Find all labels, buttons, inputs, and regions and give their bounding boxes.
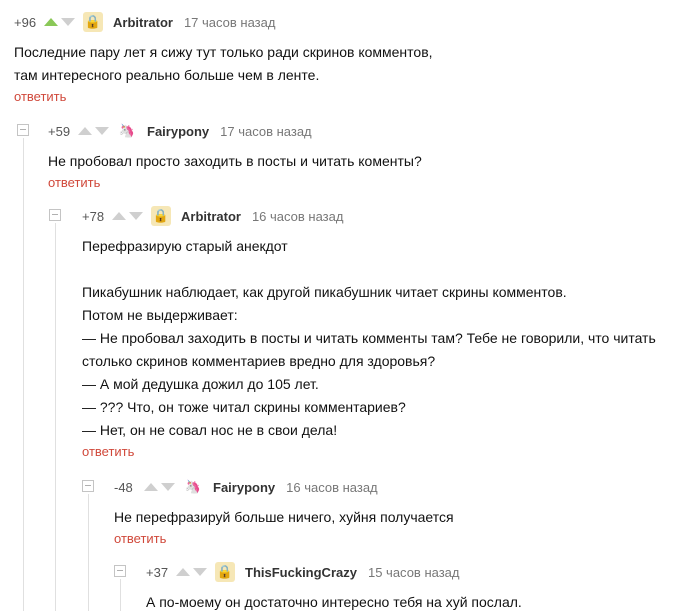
timestamp[interactable]: 17 часов назад	[184, 15, 276, 30]
upvote-icon[interactable]	[144, 483, 158, 491]
avatar[interactable]: 🔒	[83, 12, 103, 32]
comment: +78 🔒 Arbitrator 16 часов назад Перефраз…	[82, 201, 700, 464]
comment-body: Не перефразируй больше ничего, хуйня пол…	[114, 509, 454, 525]
comment-body: Последние пару лет я сижу тут только рад…	[14, 44, 433, 83]
timestamp[interactable]: 15 часов назад	[368, 565, 460, 580]
username[interactable]: Fairypony	[213, 480, 275, 495]
comment-body: Не пробовал просто заходить в посты и чи…	[48, 153, 422, 169]
reply-link[interactable]: ответить	[82, 444, 700, 464]
thread-line	[55, 223, 56, 611]
avatar[interactable]: 🔒	[215, 562, 235, 582]
pony-avatar-icon[interactable]: 🦄	[117, 121, 137, 141]
comment-header: +59 🦄 Fairypony 17 часов назад	[48, 116, 700, 146]
collapse-toggle[interactable]	[49, 209, 61, 221]
comment: +59 🦄 Fairypony 17 часов назад Не пробов…	[48, 116, 700, 195]
downvote-icon[interactable]	[95, 127, 109, 135]
reply-link[interactable]: ответить	[14, 89, 700, 109]
downvote-icon[interactable]	[161, 483, 175, 491]
username[interactable]: Arbitrator	[113, 15, 173, 30]
timestamp[interactable]: 16 часов назад	[252, 209, 344, 224]
comment: +96 🔒 Arbitrator 17 часов назад Последни…	[14, 7, 700, 109]
downvote-icon[interactable]	[129, 212, 143, 220]
username[interactable]: ThisFuckingCrazy	[245, 565, 357, 580]
pony-avatar-icon[interactable]: 🦄	[183, 477, 203, 497]
collapse-toggle[interactable]	[114, 565, 126, 577]
rating: -48	[114, 479, 133, 495]
username[interactable]: Fairypony	[147, 124, 209, 139]
thread-line	[120, 579, 121, 611]
username[interactable]: Arbitrator	[181, 209, 241, 224]
comment-header: +78 🔒 Arbitrator 16 часов назад	[82, 201, 700, 231]
collapse-toggle[interactable]	[17, 124, 29, 136]
thread-line	[23, 138, 24, 611]
reply-link[interactable]: ответить	[114, 531, 700, 551]
comment: +37 🔒 ThisFuckingCrazy 15 часов назад А …	[146, 557, 700, 614]
avatar[interactable]: 🔒	[151, 206, 171, 226]
rating: +96	[14, 14, 37, 30]
rating: +37	[146, 564, 169, 580]
collapse-toggle[interactable]	[82, 480, 94, 492]
upvote-icon[interactable]	[112, 212, 126, 220]
comment: -48 🦄 Fairypony 16 часов назад Не перефр…	[114, 472, 700, 551]
rating: +59	[48, 123, 71, 139]
downvote-icon[interactable]	[193, 568, 207, 576]
timestamp[interactable]: 16 часов назад	[286, 480, 378, 495]
upvote-icon[interactable]	[44, 18, 58, 26]
timestamp[interactable]: 17 часов назад	[220, 124, 312, 139]
comment-header: +96 🔒 Arbitrator 17 часов назад	[14, 7, 700, 37]
upvote-icon[interactable]	[78, 127, 92, 135]
comment-header: +37 🔒 ThisFuckingCrazy 15 часов назад	[146, 557, 700, 587]
thread-line	[88, 494, 89, 611]
comment-header: -48 🦄 Fairypony 16 часов назад	[114, 472, 700, 502]
upvote-icon[interactable]	[176, 568, 190, 576]
reply-link[interactable]: ответить	[48, 175, 700, 195]
comment-body: Перефразирую старый анекдот Пикабушник н…	[82, 238, 656, 438]
rating: +78	[82, 208, 105, 224]
downvote-icon[interactable]	[61, 18, 75, 26]
